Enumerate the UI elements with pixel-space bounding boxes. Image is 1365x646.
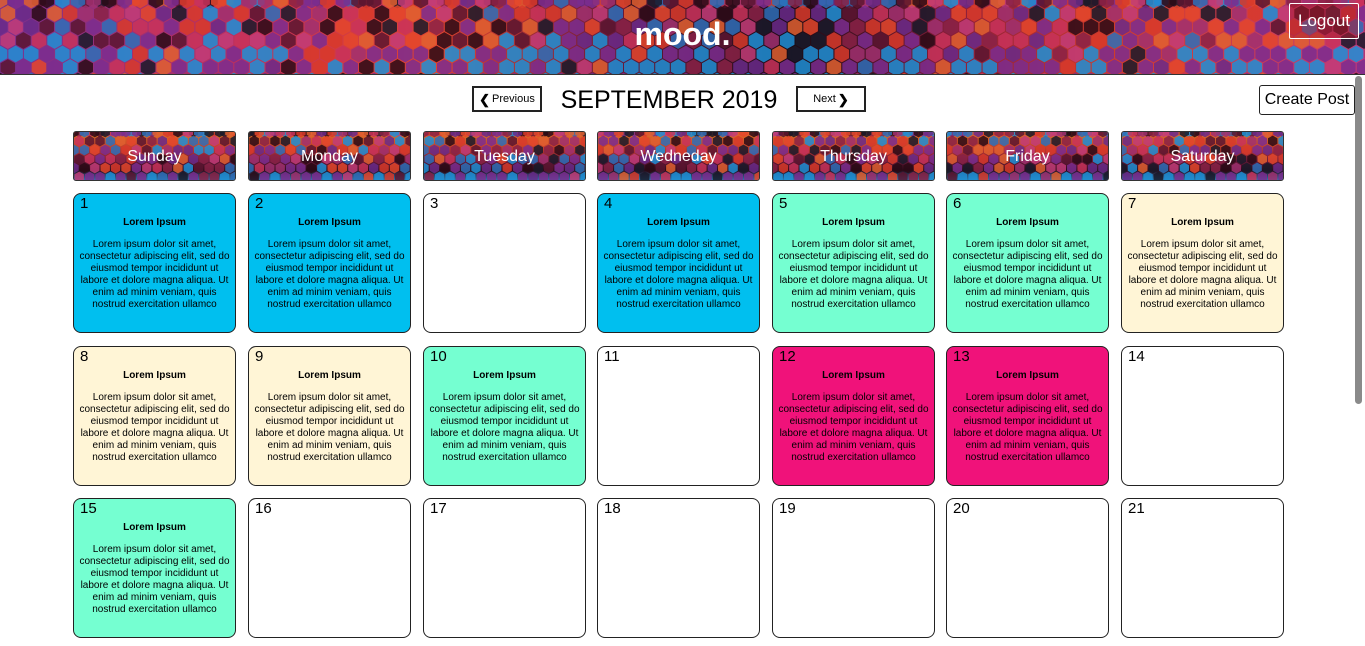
day-cell-17[interactable]: 17 xyxy=(423,498,586,638)
day-cell-21[interactable]: 21 xyxy=(1121,498,1284,638)
weekday-header-saturday: Saturday xyxy=(1121,131,1284,181)
day-cell-13[interactable]: 13 Lorem Ipsum Lorem ipsum dolor sit amet,… xyxy=(946,346,1109,486)
day-cell-19[interactable]: 19 xyxy=(772,498,935,638)
post-title: Lorem Ipsum xyxy=(123,217,186,228)
day-number: 4 xyxy=(604,195,613,212)
weekday-label: Tuesday xyxy=(474,148,535,165)
next-label: Next xyxy=(813,93,836,105)
post-body: Lorem ipsum dolor sit amet, consectetur … xyxy=(1127,239,1278,310)
post-body: Lorem ipsum dolor sit amet, consectetur … xyxy=(952,392,1103,463)
day-cell-1[interactable]: 1 Lorem Ipsum Lorem ipsum dolor sit amet, … xyxy=(73,193,236,333)
day-cell-14[interactable]: 14 xyxy=(1121,346,1284,486)
post-body: Lorem ipsum dolor sit amet, consectetur … xyxy=(254,392,405,463)
day-number: 3 xyxy=(430,195,439,212)
day-cell-2[interactable]: 2 Lorem Ipsum Lorem ipsum dolor sit amet, … xyxy=(248,193,411,333)
day-cell-5[interactable]: 5 Lorem Ipsum Lorem ipsum dolor sit amet, … xyxy=(772,193,935,333)
post-title: Lorem Ipsum xyxy=(996,217,1059,228)
weekday-header-tuesday: Tuesday xyxy=(423,131,586,181)
post-body: Lorem ipsum dolor sit amet, consectetur … xyxy=(603,239,754,310)
post-body: Lorem ipsum dolor sit amet, consectetur … xyxy=(429,392,580,463)
day-number: 20 xyxy=(953,500,970,517)
chevron-left-icon: ❮ xyxy=(479,91,491,107)
day-cell-11[interactable]: 11 xyxy=(597,346,760,486)
day-cell-8[interactable]: 8 Lorem Ipsum Lorem ipsum dolor sit amet, … xyxy=(73,346,236,486)
weekday-header-friday: Friday xyxy=(946,131,1109,181)
day-number: 2 xyxy=(255,195,264,212)
day-cell-10[interactable]: 10 Lorem Ipsum Lorem ipsum dolor sit amet,… xyxy=(423,346,586,486)
post-title: Lorem Ipsum xyxy=(822,370,885,381)
post-body: Lorem ipsum dolor sit amet, consectetur … xyxy=(778,239,929,310)
post-title: Lorem Ipsum xyxy=(647,217,710,228)
day-number: 13 xyxy=(953,348,970,365)
post-title: Lorem Ipsum xyxy=(822,217,885,228)
day-number: 6 xyxy=(953,195,962,212)
day-number: 7 xyxy=(1128,195,1137,212)
weekday-label: Monday xyxy=(301,148,358,165)
day-number: 19 xyxy=(779,500,796,517)
day-cell-18[interactable]: 18 xyxy=(597,498,760,638)
day-number: 14 xyxy=(1128,348,1145,365)
weekday-label: Sunday xyxy=(127,148,182,165)
weekday-label: Saturday xyxy=(1170,148,1235,165)
weekday-label: Wedneday xyxy=(640,148,717,165)
post-title: Lorem Ipsum xyxy=(123,522,186,533)
post-body: Lorem ipsum dolor sit amet, consectetur … xyxy=(79,239,230,310)
day-number: 15 xyxy=(80,500,97,517)
post-body: Lorem ipsum dolor sit amet, consectetur … xyxy=(778,392,929,463)
day-cell-3[interactable]: 3 xyxy=(423,193,586,333)
chevron-right-icon: ❯ xyxy=(837,91,849,107)
weekday-label: Thursday xyxy=(820,148,887,165)
day-number: 11 xyxy=(604,348,620,365)
day-cell-4[interactable]: 4 Lorem Ipsum Lorem ipsum dolor sit amet, … xyxy=(597,193,760,333)
next-month-button[interactable]: Next ❯ xyxy=(796,86,866,112)
day-number: 10 xyxy=(430,348,447,365)
post-title: Lorem Ipsum xyxy=(298,217,361,228)
post-title: Lorem Ipsum xyxy=(1171,217,1234,228)
day-number: 18 xyxy=(604,500,621,517)
day-number: 12 xyxy=(779,348,796,365)
weekday-header-thursday: Thursday xyxy=(772,131,935,181)
day-cell-6[interactable]: 6 Lorem Ipsum Lorem ipsum dolor sit amet, … xyxy=(946,193,1109,333)
post-title: Lorem Ipsum xyxy=(996,370,1059,381)
vertical-scrollbar[interactable] xyxy=(1355,76,1362,404)
weekday-header-monday: Monday xyxy=(248,131,411,181)
day-cell-7[interactable]: 7 Lorem Ipsum Lorem ipsum dolor sit amet, … xyxy=(1121,193,1284,333)
header-banner: mood. Logout xyxy=(0,0,1365,75)
day-number: 5 xyxy=(779,195,788,212)
day-cell-12[interactable]: 12 Lorem Ipsum Lorem ipsum dolor sit amet,… xyxy=(772,346,935,486)
day-number: 21 xyxy=(1128,500,1145,517)
previous-month-button[interactable]: ❮ Previous xyxy=(472,86,542,112)
post-body: Lorem ipsum dolor sit amet, consectetur … xyxy=(952,239,1103,310)
post-body: Lorem ipsum dolor sit amet, consectetur … xyxy=(79,392,230,463)
previous-label: Previous xyxy=(492,93,535,105)
weekday-header-wedneday: Wedneday xyxy=(597,131,760,181)
day-number: 8 xyxy=(80,348,89,365)
create-post-button[interactable]: Create Post xyxy=(1259,85,1355,115)
day-number: 9 xyxy=(255,348,264,365)
brand-logo: mood. xyxy=(634,16,731,52)
day-number: 17 xyxy=(430,500,447,517)
post-body: Lorem ipsum dolor sit amet, consectetur … xyxy=(79,544,230,615)
logout-button[interactable]: Logout xyxy=(1289,3,1359,39)
weekday-header-sunday: Sunday xyxy=(73,131,236,181)
post-body: Lorem ipsum dolor sit amet, consectetur … xyxy=(254,239,405,310)
month-title: SEPTEMBER 2019 xyxy=(560,86,778,114)
day-number: 1 xyxy=(80,195,89,212)
weekday-label: Friday xyxy=(1005,148,1050,165)
day-number: 16 xyxy=(255,500,272,517)
post-title: Lorem Ipsum xyxy=(473,370,536,381)
day-cell-15[interactable]: 15 Lorem Ipsum Lorem ipsum dolor sit amet,… xyxy=(73,498,236,638)
post-title: Lorem Ipsum xyxy=(123,370,186,381)
day-cell-20[interactable]: 20 xyxy=(946,498,1109,638)
day-cell-16[interactable]: 16 xyxy=(248,498,411,638)
day-cell-9[interactable]: 9 Lorem Ipsum Lorem ipsum dolor sit amet, … xyxy=(248,346,411,486)
post-title: Lorem Ipsum xyxy=(298,370,361,381)
